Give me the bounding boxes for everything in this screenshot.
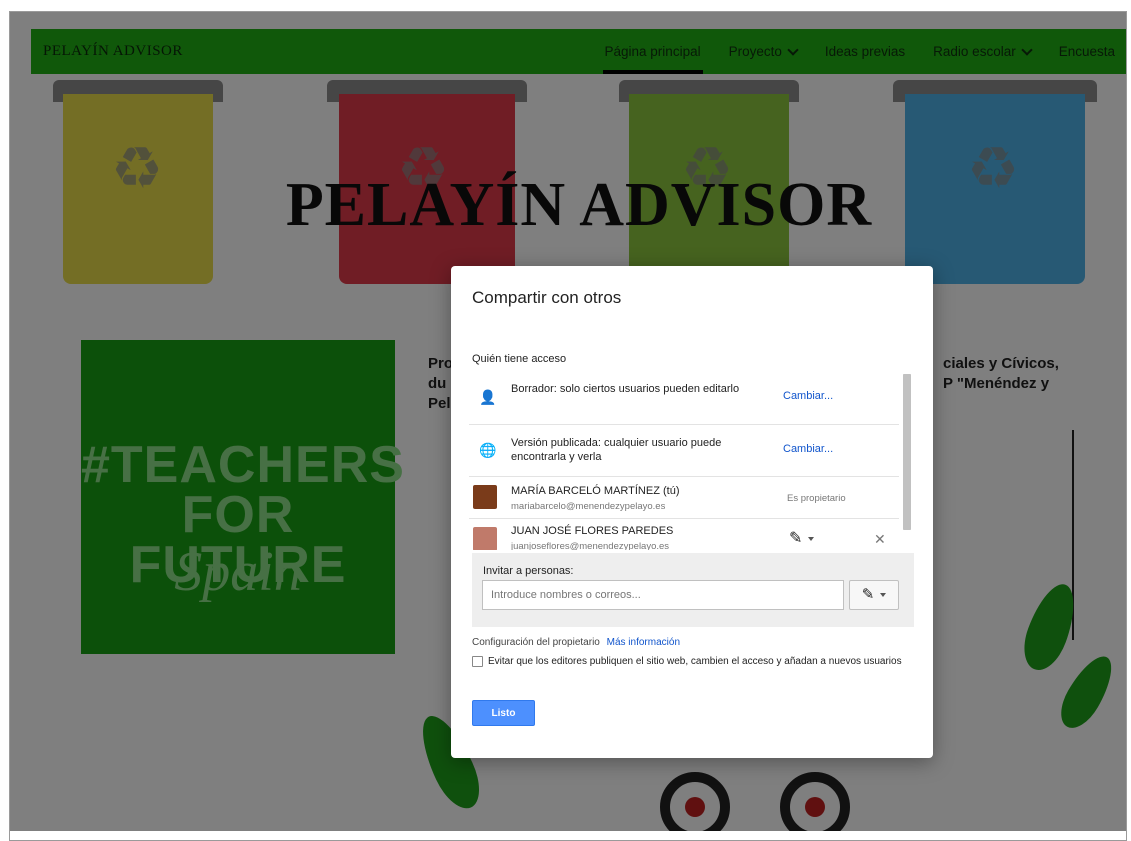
browser-frame: PELAYÍN ADVISOR Página principal Proyect… [0, 0, 1131, 841]
access-row-text: Borrador: solo ciertos usuarios pueden e… [511, 383, 740, 395]
person-email: juanjoseflores@menendezypelayo.es [511, 541, 670, 550]
invite-label: Invitar a personas: [483, 565, 574, 577]
avatar [473, 527, 497, 550]
who-has-access-label: Quién tiene acceso [472, 353, 567, 365]
owner-config: Configuración del propietario Más inform… [472, 637, 680, 648]
remove-person-icon[interactable]: ✕ [874, 531, 886, 548]
more-info-link[interactable]: Más información [607, 637, 680, 648]
prevent-editors-label[interactable]: Evitar que los editores publiquen el sit… [488, 655, 908, 669]
invite-input[interactable] [482, 580, 844, 610]
invite-permission-dropdown[interactable]: ✎ [849, 580, 899, 610]
scrollbar-thumb[interactable] [903, 374, 911, 530]
person-icon: 👤 [479, 389, 497, 405]
person-email: mariabarcelo@menendezypelayo.es [511, 501, 666, 512]
invite-section: Invitar a personas: ✎ [472, 553, 914, 627]
person-info: JUAN JOSÉ FLORES PAREDES juanjoseflores@… [511, 524, 751, 550]
permission-dropdown[interactable]: ✎ [789, 528, 815, 548]
globe-icon: 🌐 [479, 442, 497, 458]
person-name: JUAN JOSÉ FLORES PAREDES [511, 525, 674, 537]
person-info: MARÍA BARCELÓ MARTÍNEZ (tú) mariabarcelo… [511, 484, 751, 514]
access-row-draft: 👤 Borrador: solo ciertos usuarios pueden… [469, 370, 899, 425]
share-dialog: Compartir con otros Quién tiene acceso 👤… [451, 266, 933, 758]
owner-role-label: Es propietario [787, 493, 846, 504]
done-button[interactable]: Listo [472, 700, 535, 726]
pencil-icon: ✎ [861, 586, 875, 603]
person-row-editor: JUAN JOSÉ FLORES PAREDES juanjoseflores@… [469, 518, 899, 550]
change-published-access-link[interactable]: Cambiar... [783, 443, 833, 455]
avatar [473, 485, 497, 509]
caret-down-icon [808, 536, 815, 541]
access-list: 👤 Borrador: solo ciertos usuarios pueden… [469, 370, 909, 550]
owner-config-label: Configuración del propietario [472, 637, 600, 648]
prevent-editors-checkbox[interactable] [472, 656, 483, 667]
change-draft-access-link[interactable]: Cambiar... [783, 390, 833, 402]
person-row-owner: MARÍA BARCELÓ MARTÍNEZ (tú) mariabarcelo… [469, 476, 899, 519]
access-row-text: Versión publicada: cualquier usuario pue… [511, 437, 722, 463]
access-row-published: 🌐 Versión publicada: cualquier usuario p… [469, 424, 899, 477]
dialog-title: Compartir con otros [472, 288, 622, 307]
person-name: MARÍA BARCELÓ MARTÍNEZ (tú) [511, 485, 680, 497]
pencil-icon: ✎ [789, 530, 803, 547]
caret-down-icon [880, 593, 887, 598]
